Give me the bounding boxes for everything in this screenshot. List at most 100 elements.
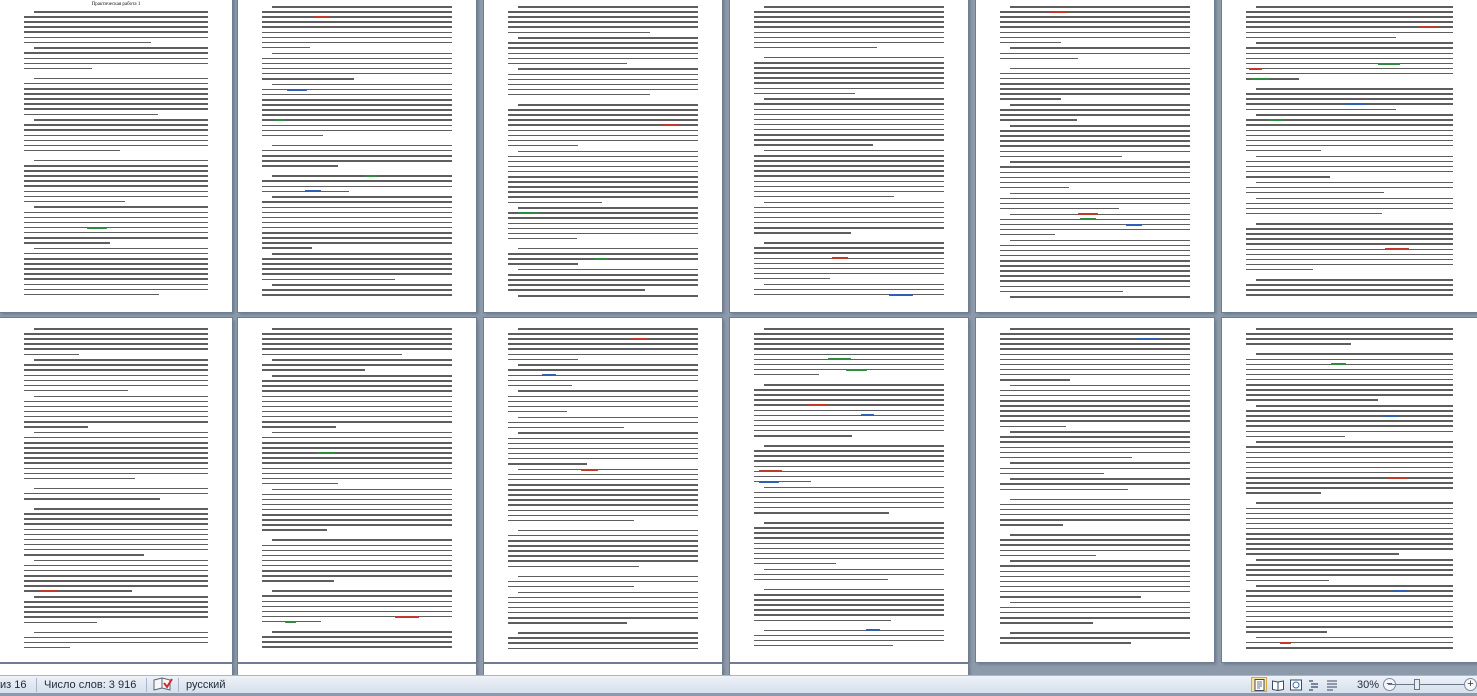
text-line	[1000, 223, 1190, 226]
text-line	[24, 333, 208, 335]
text-line	[1246, 522, 1453, 525]
document-page[interactable]	[730, 0, 968, 312]
highlighted-word	[275, 119, 286, 122]
document-page[interactable]	[0, 664, 232, 675]
text-line	[24, 103, 208, 105]
document-page[interactable]	[976, 318, 1214, 662]
text-line	[508, 550, 698, 552]
text-line	[1246, 165, 1453, 168]
word-count[interactable]: Число слов: 3 916	[44, 678, 136, 692]
text-line	[262, 119, 452, 121]
text-line	[518, 416, 698, 419]
document-page[interactable]	[976, 0, 1214, 312]
text-line	[1246, 93, 1453, 95]
text-line	[1000, 36, 1190, 39]
text-line	[272, 284, 452, 286]
text-line	[1246, 420, 1453, 422]
document-page[interactable]	[238, 664, 476, 675]
document-page[interactable]	[238, 0, 476, 312]
text-line	[272, 6, 452, 8]
text-line	[24, 190, 208, 193]
document-page[interactable]	[484, 318, 722, 662]
zoom-slider-thumb[interactable]	[1414, 679, 1420, 690]
text-line	[1256, 114, 1453, 116]
zoom-in-button[interactable]: +	[1464, 678, 1477, 691]
text-line	[754, 394, 944, 396]
highlighted-word	[1269, 119, 1284, 122]
text-line	[1000, 171, 1190, 174]
text-line	[508, 165, 698, 168]
text-line	[508, 57, 698, 60]
text-line	[262, 636, 452, 638]
web-layout-icon[interactable]	[1287, 677, 1303, 692]
text-line	[272, 83, 452, 86]
text-line	[754, 41, 944, 44]
text-line	[1246, 605, 1453, 608]
text-line	[1246, 149, 1322, 152]
text-line	[508, 78, 698, 81]
text-line	[24, 82, 208, 85]
text-line	[262, 646, 452, 648]
document-page[interactable]	[1222, 0, 1477, 312]
text-line	[262, 600, 452, 603]
text-line	[1246, 129, 1453, 132]
text-line	[1000, 11, 1190, 13]
text-line	[1000, 539, 1190, 541]
text-line	[262, 426, 336, 428]
text-line	[262, 467, 452, 470]
text-line	[24, 523, 208, 525]
text-line	[262, 641, 452, 643]
text-line	[1000, 52, 1190, 55]
spellcheck-book-icon[interactable]	[153, 677, 173, 696]
text-line	[764, 201, 944, 204]
document-page[interactable]	[730, 664, 968, 675]
text-line	[508, 274, 698, 276]
text-line	[518, 150, 698, 153]
text-line	[508, 227, 698, 230]
text-line	[1000, 77, 1190, 80]
document-page[interactable]	[238, 318, 476, 662]
zoom-level[interactable]: 30%	[1349, 678, 1379, 692]
text-line	[24, 564, 208, 567]
text-line	[508, 426, 625, 429]
document-page[interactable]	[484, 664, 722, 675]
highlighted-word	[317, 452, 336, 454]
zoom-slider-track[interactable]	[1388, 684, 1466, 685]
document-page[interactable]	[730, 318, 968, 662]
highlighted-word	[1378, 62, 1401, 65]
text-line	[508, 457, 698, 460]
text-line	[754, 190, 944, 193]
document-page[interactable]: Практическая работа 1	[0, 0, 232, 312]
text-line	[1000, 26, 1190, 28]
print-layout-icon[interactable]	[1251, 677, 1267, 692]
text-line	[1246, 368, 1453, 371]
document-area[interactable]: Практическая работа 1	[0, 0, 1477, 675]
text-line	[1246, 284, 1453, 286]
highlighted-word	[630, 338, 648, 340]
full-screen-reading-icon[interactable]	[1269, 677, 1285, 692]
document-page[interactable]	[0, 318, 232, 662]
text-line	[1246, 144, 1453, 147]
document-page[interactable]	[1222, 318, 1477, 662]
text-line	[24, 144, 208, 147]
text-line	[508, 369, 698, 371]
highlighted-word	[1251, 77, 1270, 80]
text-line	[1000, 72, 1190, 75]
text-line	[508, 585, 634, 588]
text-line	[24, 636, 208, 639]
draft-icon[interactable]	[1323, 677, 1339, 692]
page-indicator[interactable]: из 16	[0, 678, 26, 692]
text-line	[272, 144, 452, 147]
text-line	[764, 283, 944, 286]
document-page[interactable]	[484, 0, 722, 312]
text-line	[262, 289, 452, 291]
text-line	[1246, 108, 1396, 111]
text-line	[262, 364, 452, 366]
language-indicator[interactable]: русский	[186, 678, 225, 692]
outline-icon[interactable]	[1305, 677, 1321, 692]
text-line	[508, 88, 698, 91]
text-line	[24, 278, 208, 280]
text-line	[754, 353, 944, 356]
text-line	[1000, 373, 1190, 376]
text-line	[1000, 379, 1071, 381]
